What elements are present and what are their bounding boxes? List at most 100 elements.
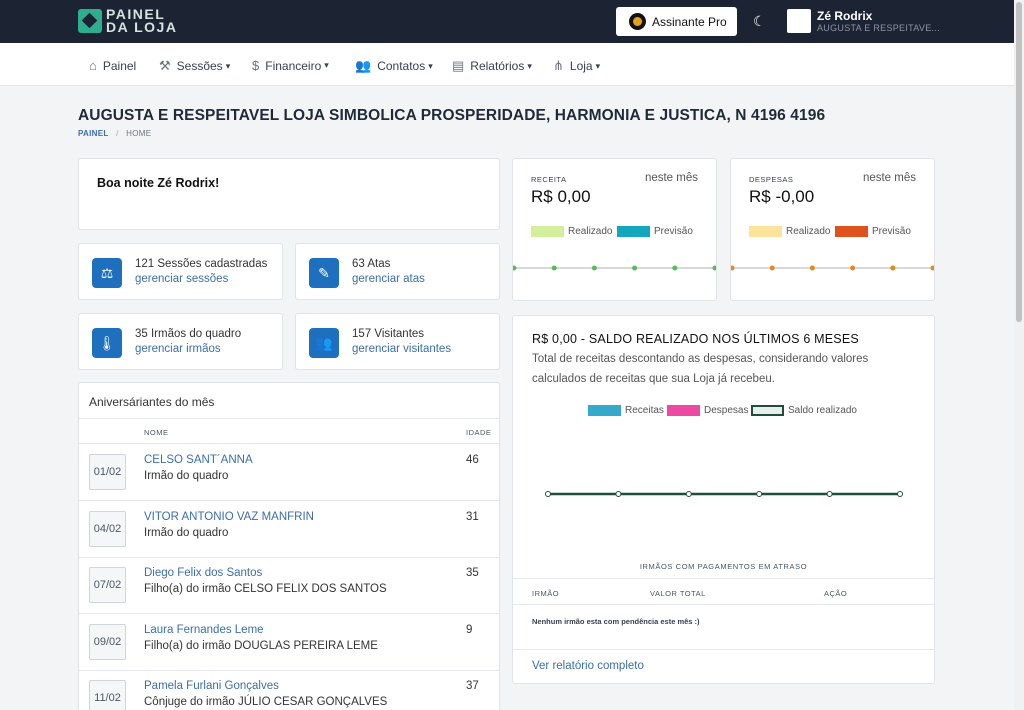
receita-point[interactable]: [513, 265, 517, 271]
nav-label: Painel: [102, 58, 137, 73]
nav-label: Relatórios: [470, 59, 525, 73]
saldo-point[interactable]: [826, 491, 833, 497]
breadcrumb-home: HOME: [126, 129, 152, 138]
legend-previsao[interactable]: Previsão: [617, 226, 693, 237]
legend-receitas[interactable]: Receitas: [588, 405, 664, 416]
table-row: 07/02 Diego Felix dos Santos Filho(a) do…: [79, 557, 499, 614]
breadcrumb-painel[interactable]: PAINEL: [78, 129, 109, 138]
avatar[interactable]: [787, 9, 811, 33]
despesas-card: DESPESAS neste mês R$ -0,00 Realizado Pr…: [730, 158, 935, 301]
receita-point[interactable]: [551, 265, 557, 271]
scrollbar-thumb[interactable]: [1016, 2, 1022, 322]
saldo-point[interactable]: [545, 491, 551, 497]
despesas-label: DESPESAS: [749, 175, 794, 184]
manage-visitantes-link[interactable]: gerenciar visitantes: [352, 343, 451, 355]
legend-swatch: [588, 405, 621, 416]
nav-loja[interactable]: ⋔ Loja ▾: [553, 58, 600, 74]
manage-sessions-link[interactable]: gerenciar sessões: [135, 273, 228, 285]
manage-irmaos-link[interactable]: gerenciar irmãos: [135, 343, 221, 355]
birthday-relation: Cônjuge do irmão JÚLIO CESAR GONÇALVES: [144, 696, 388, 708]
nav-relatorios[interactable]: ▤ Relatórios ▾: [452, 58, 532, 74]
birthday-name-link[interactable]: CELSO SANT´ANNA: [144, 454, 253, 466]
stat-count: 121 Sessões cadastradas: [135, 258, 268, 270]
birthday-age: 46: [466, 454, 479, 466]
nav-painel[interactable]: ⌂ Painel: [89, 58, 136, 73]
legend-swatch: [835, 226, 868, 237]
nav-sessoes[interactable]: ⚒ Sessões ▾: [159, 58, 230, 74]
legend-swatch: [751, 405, 784, 416]
legend-label: Realizado: [786, 226, 831, 237]
nav-label: Loja: [569, 59, 593, 73]
legend-swatch: [749, 226, 782, 237]
saldo-description: Total de receitas descontando as despesa…: [532, 353, 869, 385]
chevron-down-icon: ▾: [595, 60, 601, 71]
receita-value: R$ 0,00: [531, 187, 591, 206]
page-scrollbar[interactable]: [1014, 0, 1024, 710]
despesas-point[interactable]: [890, 265, 896, 271]
saldo-point[interactable]: [685, 491, 692, 497]
birthday-relation: Irmão do quadro: [144, 527, 229, 539]
legend-swatch: [617, 226, 650, 237]
logo[interactable]: PAINEL DA LOJA: [78, 7, 178, 35]
legend-despesas[interactable]: Despesas: [667, 405, 748, 416]
nav-financeiro[interactable]: $ Financeiro ▾: [252, 58, 329, 73]
table-row: 09/02 Laura Fernandes Leme Filho(a) do i…: [79, 614, 499, 671]
stat-atas-card: ✎ 63 Atas gerenciar atas: [295, 243, 500, 300]
stat-visitantes-card: 👥 157 Visitantes gerenciar visitantes: [295, 313, 500, 370]
despesas-point[interactable]: [850, 265, 856, 271]
despesas-point[interactable]: [731, 265, 735, 271]
col-age: IDADE: [466, 428, 492, 437]
birthday-relation: Filho(a) do irmão DOUGLAS PEREIRA LEME: [144, 640, 378, 652]
manage-atas-link[interactable]: gerenciar atas: [352, 273, 425, 285]
despesas-point[interactable]: [809, 265, 815, 271]
gavel-icon: ⚖: [92, 258, 122, 288]
chevron-down-icon: ▾: [324, 60, 329, 70]
nav-contatos[interactable]: 👥 Contatos ▾: [355, 58, 433, 74]
assinante-pro-button[interactable]: Assinante Pro: [616, 7, 737, 36]
full-report-link[interactable]: Ver relatório completo: [532, 660, 644, 672]
atraso-empty-message: Nenhum irmão esta com pendência este mês…: [532, 617, 700, 626]
despesas-value: R$ -0,00: [749, 187, 815, 206]
birthday-date: 04/02: [89, 511, 126, 547]
stat-sessoes-card: ⚖ 121 Sessões cadastradas gerenciar sess…: [78, 243, 283, 300]
saldo-point[interactable]: [756, 491, 763, 497]
despesas-sparkline: [731, 265, 935, 271]
saldo-point[interactable]: [897, 491, 903, 497]
logo-line2: DA LOJA: [106, 19, 178, 35]
legend-label: Previsão: [872, 226, 911, 237]
receita-point[interactable]: [712, 265, 717, 271]
legend-label: Previsão: [654, 226, 693, 237]
birthday-name-link[interactable]: VITOR ANTONIO VAZ MANFRIN: [144, 511, 314, 523]
birthday-name-link[interactable]: Pamela Furlani Gonçalves: [144, 680, 279, 692]
legend-previsao[interactable]: Previsão: [835, 226, 911, 237]
saldo-chart: [545, 491, 903, 497]
birthday-date: 09/02: [89, 624, 126, 660]
birthday-relation: Filho(a) do irmão CELSO FELIX DOS SANTOS: [144, 583, 387, 595]
gavel-icon: ⚒: [159, 58, 171, 73]
receita-sparkline: [513, 265, 717, 271]
despesas-point[interactable]: [769, 265, 775, 271]
legend-saldo-realizado[interactable]: Saldo realizado: [751, 405, 857, 416]
receita-point[interactable]: [672, 265, 678, 271]
receita-point[interactable]: [632, 265, 638, 271]
saldo-point[interactable]: [615, 491, 622, 497]
user-name[interactable]: Zé Rodrix: [817, 9, 872, 23]
receita-point[interactable]: [591, 265, 597, 271]
user-org: AUGUSTA E RESPEITAVE...: [817, 23, 940, 33]
birthday-relation: Irmão do quadro: [144, 470, 229, 482]
chevron-down-icon: ▾: [225, 60, 231, 71]
report-icon: ▤: [452, 58, 465, 73]
birthday-name-link[interactable]: Diego Felix dos Santos: [144, 567, 262, 579]
birthday-age: 31: [466, 511, 479, 523]
saldo-card: R$ 0,00 - SALDO REALIZADO NOS ÚLTIMOS 6 …: [512, 315, 935, 684]
legend-realizado[interactable]: Realizado: [531, 226, 612, 237]
dark-mode-moon-icon[interactable]: ☾: [753, 13, 766, 30]
despesas-point[interactable]: [930, 265, 935, 271]
legend-realizado[interactable]: Realizado: [749, 226, 830, 237]
receita-card: RECEITA neste mês R$ 0,00 Realizado Prev…: [512, 158, 717, 301]
birthday-name-link[interactable]: Laura Fernandes Leme: [144, 624, 264, 636]
logo-mark-icon: [78, 9, 102, 33]
birthdays-table-header: NOME IDADE: [79, 418, 499, 444]
legend-swatch: [667, 405, 700, 416]
dollar-icon: $: [252, 58, 260, 73]
